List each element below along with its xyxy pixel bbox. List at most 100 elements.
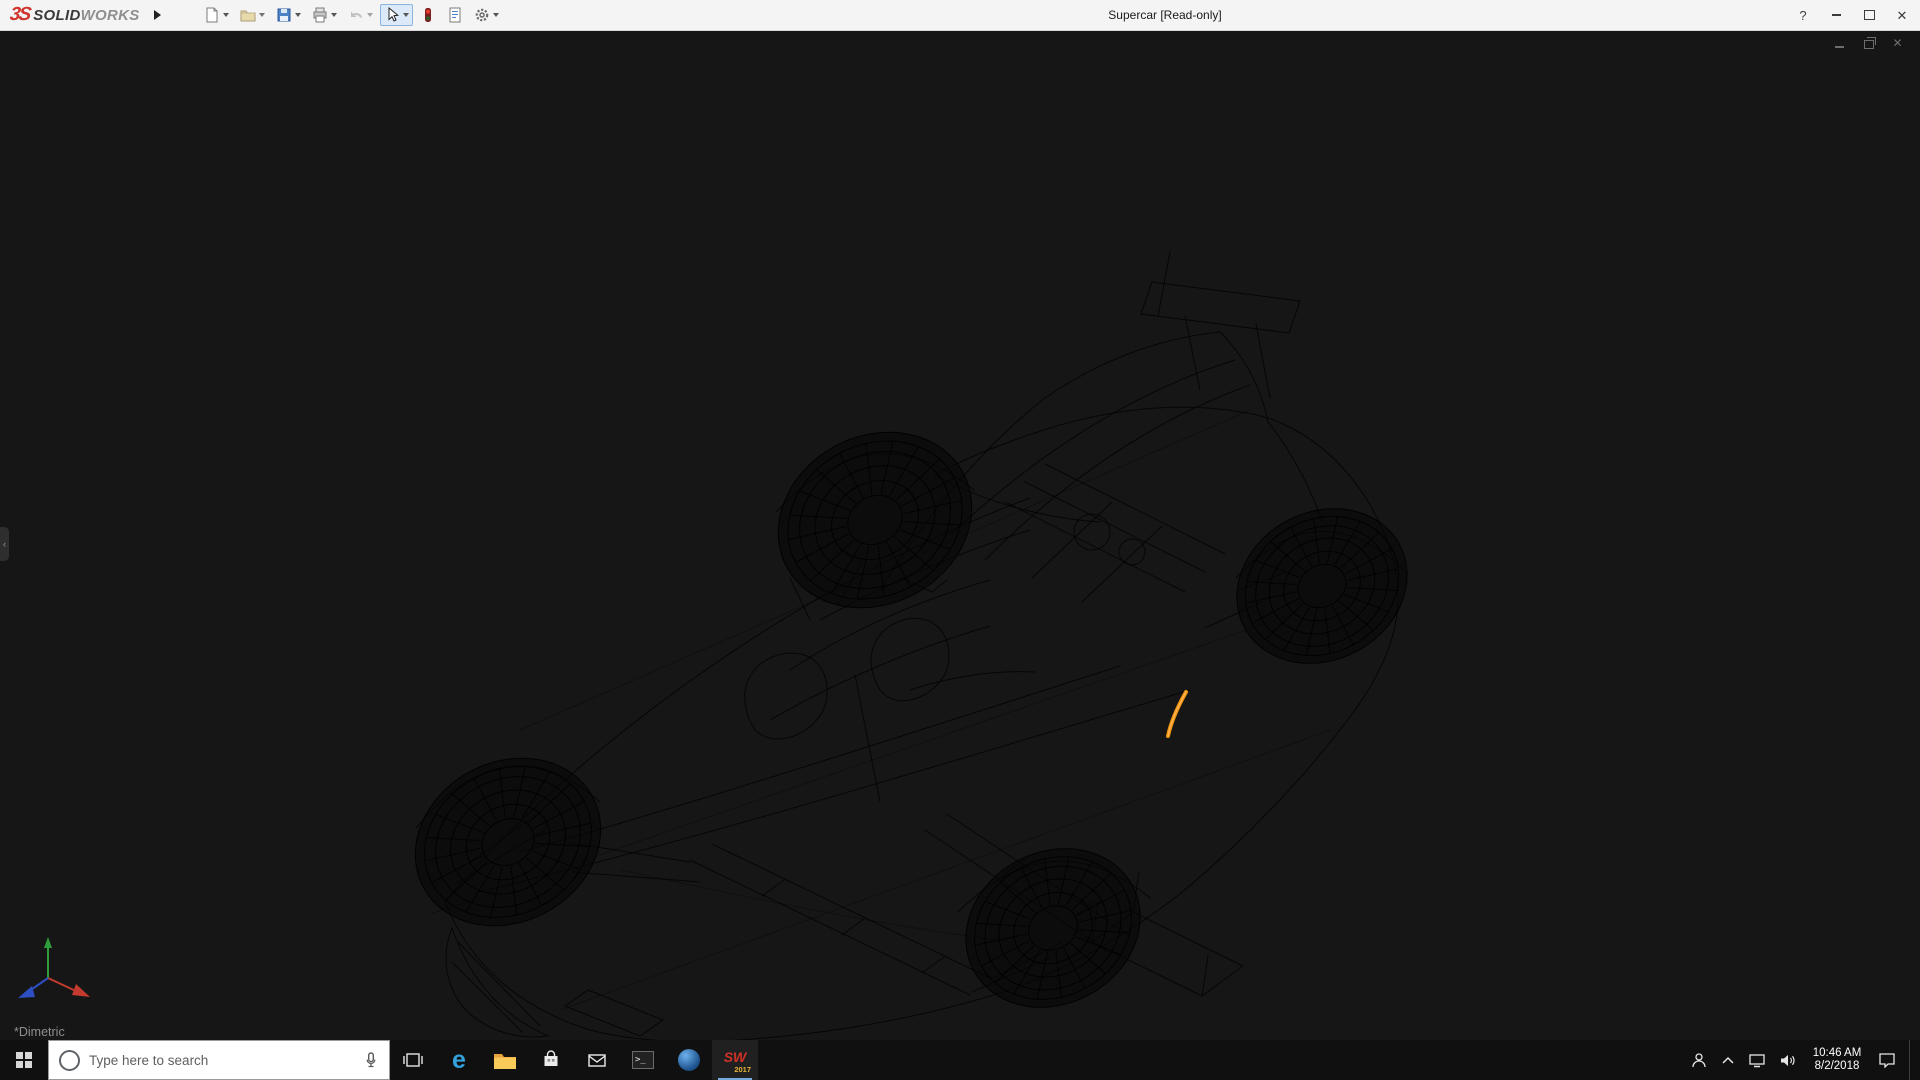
undo-icon	[348, 7, 364, 23]
print-icon	[312, 7, 328, 23]
wheel-front-left	[386, 726, 631, 957]
restore-icon	[1864, 40, 1874, 49]
taskbar-edge[interactable]: e	[436, 1040, 482, 1080]
start-button[interactable]	[0, 1040, 48, 1080]
document-window-controls: ✕	[1831, 36, 1906, 50]
reference-triad	[8, 934, 100, 1016]
print-button[interactable]	[308, 4, 341, 26]
dassault-mark-icon: 3S	[8, 4, 30, 26]
brand-works: WORKS	[81, 7, 140, 24]
close-button[interactable]: ✕	[1894, 6, 1910, 24]
flyout-arrow-icon	[154, 10, 161, 20]
command-prompt-icon: >_	[632, 1051, 654, 1069]
windows-start-icon	[16, 1052, 32, 1068]
solidworks-year-badge: 2017	[734, 1065, 751, 1074]
clock-date: 8/2/2018	[1809, 1060, 1865, 1073]
select-button[interactable]	[380, 4, 413, 26]
taskbar-edrawings[interactable]	[666, 1040, 712, 1080]
save-icon	[276, 7, 292, 23]
rebuild-icon	[420, 7, 436, 23]
rebuild-button[interactable]	[416, 4, 440, 26]
taskbar-command-prompt[interactable]: >_	[620, 1040, 666, 1080]
options-gear-icon	[474, 7, 490, 23]
chevron-up-icon	[1721, 1055, 1735, 1065]
doc-minimize-button[interactable]	[1831, 36, 1848, 50]
cortana-icon	[59, 1050, 80, 1071]
graphics-viewport[interactable]: ✕ ‹ *Dimetric	[0, 30, 1920, 1040]
wheel-rear-right	[1210, 479, 1435, 692]
undo-button[interactable]	[344, 4, 377, 26]
file-explorer-icon	[493, 1051, 517, 1070]
chevron-down-icon[interactable]	[331, 13, 337, 17]
maximize-icon	[1864, 10, 1875, 20]
edrawings-icon	[678, 1049, 700, 1071]
clock-time: 10:46 AM	[1809, 1047, 1865, 1060]
network-icon	[1748, 1053, 1766, 1068]
help-button[interactable]: ?	[1795, 6, 1811, 24]
system-tray: 10:46 AM 8/2/2018	[1690, 1040, 1920, 1080]
taskbar-clock[interactable]: 10:46 AM 8/2/2018	[1809, 1047, 1865, 1073]
task-view-button[interactable]	[390, 1040, 436, 1080]
titlebar: 3SSOLIDWORKS	[0, 0, 1920, 31]
new-document-button[interactable]	[200, 4, 233, 26]
edge-icon: e	[452, 1048, 466, 1073]
chevron-down-icon[interactable]	[223, 13, 229, 17]
quick-access-toolbar	[200, 4, 503, 26]
minimize-button[interactable]	[1828, 6, 1844, 24]
solidworks-app-icon: SW 2017	[720, 1047, 750, 1073]
taskbar-apps: e >_ SW 2017	[390, 1040, 758, 1080]
maximize-button[interactable]	[1861, 6, 1877, 24]
people-button[interactable]	[1690, 1052, 1708, 1068]
volume-button[interactable]	[1779, 1053, 1796, 1068]
minimize-icon	[1832, 14, 1841, 16]
chevron-down-icon[interactable]	[403, 13, 409, 17]
open-icon	[240, 7, 256, 23]
doc-close-button[interactable]: ✕	[1889, 36, 1906, 50]
car-wireframe-model	[0, 30, 1920, 1040]
chevron-down-icon[interactable]	[493, 13, 499, 17]
store-icon	[541, 1050, 561, 1070]
view-orientation-label: *Dimetric	[14, 1025, 65, 1039]
triad-y-axis-icon	[44, 937, 52, 948]
new-document-icon	[204, 7, 220, 23]
doc-restore-button[interactable]	[1860, 36, 1877, 50]
network-button[interactable]	[1748, 1053, 1766, 1068]
taskbar-solidworks[interactable]: SW 2017	[712, 1040, 758, 1080]
people-icon	[1690, 1052, 1708, 1068]
show-desktop-button[interactable]	[1909, 1040, 1916, 1080]
chevron-down-icon[interactable]	[367, 13, 373, 17]
taskbar-mail[interactable]	[574, 1040, 620, 1080]
mail-icon	[587, 1052, 607, 1069]
search-placeholder: Type here to search	[89, 1053, 353, 1068]
file-properties-icon	[447, 7, 463, 23]
chevron-down-icon[interactable]	[295, 13, 301, 17]
wheel-rear-left	[938, 819, 1168, 1038]
task-view-icon	[402, 1051, 424, 1069]
open-button[interactable]	[236, 4, 269, 26]
chevron-down-icon[interactable]	[259, 13, 265, 17]
taskbar-search[interactable]: Type here to search	[48, 1040, 390, 1080]
toolbar-flyout-button[interactable]	[150, 4, 166, 26]
minimize-icon	[1835, 46, 1844, 48]
windows-taskbar: Type here to search e >_ SW 201	[0, 1040, 1920, 1080]
taskbar-file-explorer[interactable]	[482, 1040, 528, 1080]
body-wireframe	[416, 252, 1406, 1040]
action-center-icon	[1878, 1052, 1896, 1068]
options-button[interactable]	[470, 4, 503, 26]
triad-x-axis-icon	[72, 984, 90, 997]
show-hidden-icons-button[interactable]	[1721, 1055, 1735, 1065]
action-center-button[interactable]	[1878, 1052, 1896, 1068]
titlebar-buttons: ? ✕	[1795, 0, 1910, 30]
brand-solid: SOLID	[33, 7, 80, 24]
highlighted-edge[interactable]	[1168, 692, 1186, 736]
save-button[interactable]	[272, 4, 305, 26]
window-title: Supercar [Read-only]	[1108, 0, 1221, 30]
triad-z-axis-icon	[18, 986, 35, 998]
taskbar-store[interactable]	[528, 1040, 574, 1080]
speaker-icon	[1779, 1053, 1796, 1068]
feature-panel-flyout-tab[interactable]: ‹	[0, 527, 9, 561]
wheel-front-right	[747, 399, 1002, 641]
file-properties-button[interactable]	[443, 4, 467, 26]
microphone-icon[interactable]	[363, 1051, 379, 1069]
select-cursor-icon	[384, 7, 400, 23]
